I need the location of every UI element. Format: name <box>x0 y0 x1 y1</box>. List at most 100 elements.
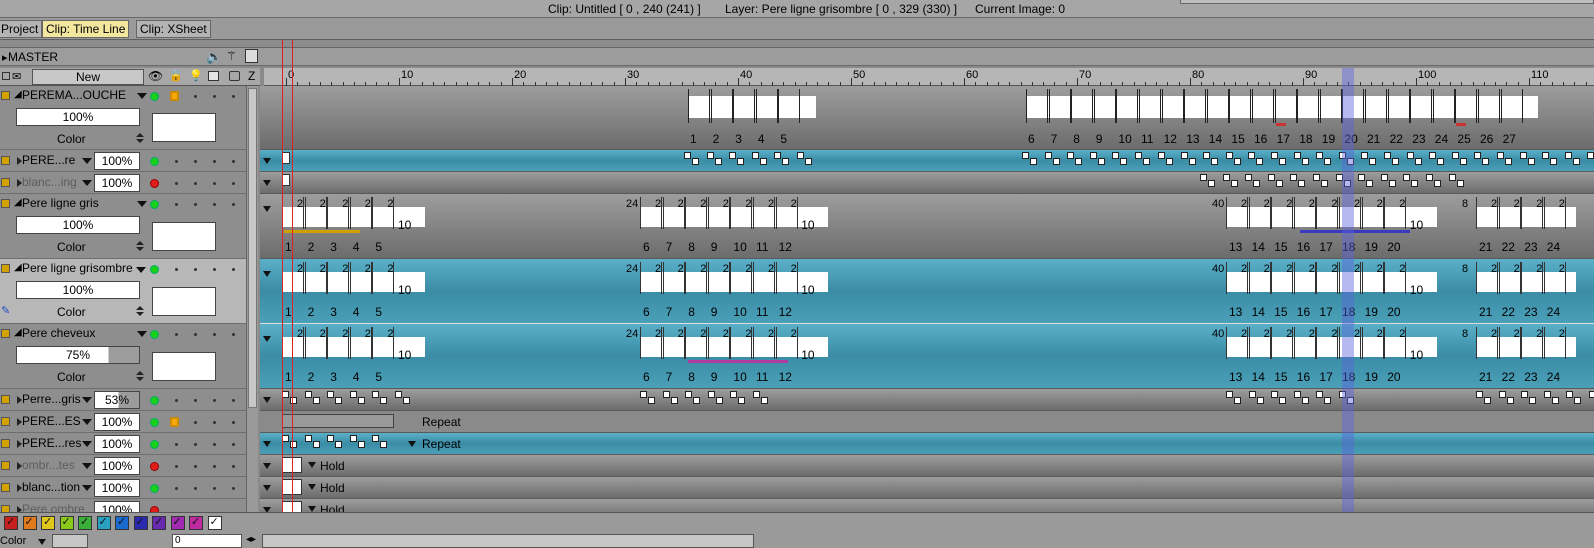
visibility-dot[interactable] <box>150 200 159 209</box>
timeline-tracks[interactable]: 1 2 3 4 5 6 7 8 9 10 11 12 13 14 15 16 17 18 19 20 21 22 23 24 2… <box>260 86 1594 526</box>
keyframe-icon[interactable] <box>714 158 722 165</box>
collapse-icon[interactable]: ◢ <box>14 262 22 273</box>
keyframe-icon[interactable] <box>797 152 804 159</box>
keyframe-icon[interactable] <box>1434 180 1441 187</box>
track-row[interactable] <box>260 389 1594 411</box>
layer-name[interactable]: Perre...gris <box>22 392 81 406</box>
repeat-dropdown-icon[interactable] <box>408 441 416 447</box>
color-stepper-icon[interactable] <box>136 133 144 143</box>
tab-clip-xsheet[interactable]: Clip: XSheet <box>136 20 211 38</box>
layer-menu-icon[interactable] <box>82 158 92 164</box>
track-row[interactable]: 2 1 2 2 2 3 2 4 2 5 10 24 2 6 2 7 2 8 2 9 2 10 2 11 2 12 10 40 2 13 2 1… <box>260 194 1594 259</box>
layer-row[interactable]: ◢ PEREMA...OUCHE 100% Color <box>0 86 246 150</box>
track-row[interactable] <box>260 150 1594 172</box>
layer-row[interactable]: ◢ Pere cheveux 75% Color <box>0 324 246 389</box>
frame-cell[interactable] <box>1410 89 1433 123</box>
visibility-dot[interactable] <box>150 440 159 449</box>
keyframe-icon[interactable] <box>1180 152 1188 159</box>
layer-menu-icon[interactable] <box>137 93 147 99</box>
keyframe-icon[interactable] <box>1406 152 1414 159</box>
color-tag-button[interactable] <box>41 515 55 530</box>
frame-cell[interactable] <box>1319 89 1342 123</box>
keyframe-icon[interactable] <box>335 397 343 404</box>
color-tag-button[interactable] <box>78 515 92 530</box>
keyframe-icon[interactable] <box>1476 391 1483 398</box>
keyframe-icon[interactable] <box>1313 174 1320 181</box>
keyframe-icon[interactable] <box>1222 174 1230 181</box>
keyframe-icon[interactable] <box>1566 391 1574 398</box>
layer-row[interactable]: blanc...tion 100% <box>0 477 246 499</box>
keyframe-icon[interactable] <box>1279 397 1287 404</box>
frame-cell[interactable] <box>1161 89 1184 123</box>
layer-menu-icon[interactable] <box>137 201 147 207</box>
color-tag-button[interactable] <box>133 515 148 530</box>
keyframe-icon[interactable] <box>759 158 767 165</box>
keyframe-icon[interactable] <box>1321 180 1328 187</box>
keyframe-icon[interactable] <box>684 152 691 159</box>
keyframe-icon[interactable] <box>1551 397 1559 404</box>
visibility-dot[interactable] <box>150 265 159 274</box>
keyframe-icon[interactable] <box>1589 391 1594 398</box>
keyframe-icon[interactable] <box>1474 152 1482 159</box>
lock-header-icon[interactable]: 🔒 <box>169 69 183 82</box>
keyframe-icon[interactable] <box>380 397 388 404</box>
frame-cell[interactable] <box>1048 89 1071 123</box>
keyframe-icon[interactable] <box>1135 152 1142 159</box>
keyframe-icon[interactable] <box>1414 158 1422 165</box>
layer-name[interactable]: Pere ligne gris <box>22 196 99 210</box>
track-menu-icon[interactable] <box>263 441 271 447</box>
keyframe-icon[interactable] <box>395 391 402 398</box>
visibility-dot[interactable] <box>150 179 159 188</box>
track-menu-icon[interactable] <box>263 463 271 469</box>
frame-cell[interactable] <box>1026 89 1048 123</box>
key-start[interactable] <box>282 152 290 164</box>
color-stepper-icon[interactable] <box>136 306 144 316</box>
keyframe-icon[interactable] <box>1233 158 1241 165</box>
layer-row[interactable]: PERE...re 100% <box>0 150 246 172</box>
track-row[interactable]: Hold <box>260 477 1594 499</box>
frame-icon[interactable] <box>208 71 219 81</box>
color-stepper-icon[interactable] <box>136 241 144 251</box>
keyframe-icon[interactable] <box>1293 391 1301 398</box>
keyframe-icon[interactable] <box>357 441 365 448</box>
color-tag-button[interactable] <box>115 515 129 530</box>
playhead-line[interactable] <box>282 40 283 530</box>
track-row[interactable]: Hold <box>260 455 1594 477</box>
repeat-block[interactable] <box>282 414 394 428</box>
frame-cell[interactable] <box>1252 89 1274 123</box>
keyframe-icon[interactable] <box>1403 174 1411 181</box>
layer-name[interactable]: PERE...res <box>22 436 81 450</box>
layer-name[interactable]: PERE...ES <box>22 414 81 428</box>
keyframe-icon[interactable] <box>707 391 715 398</box>
keyframe-icon[interactable] <box>1067 152 1075 159</box>
key-start[interactable] <box>282 174 290 186</box>
keyframe-icon[interactable] <box>304 435 312 442</box>
value-stepper-icon[interactable]: ◂▸ <box>246 534 256 545</box>
layer-menu-icon[interactable] <box>137 331 147 337</box>
color-tag-button[interactable] <box>59 515 74 530</box>
keyframe-icon[interactable] <box>1498 391 1506 398</box>
keyframe-icon[interactable] <box>1564 152 1572 159</box>
layer-name[interactable]: Pere ligne grisombre <box>22 261 133 275</box>
opacity-field[interactable]: 75% <box>16 346 140 364</box>
tab-project[interactable]: Project <box>0 20 43 38</box>
color-tag-button[interactable] <box>152 515 166 530</box>
keyframe-icon[interactable] <box>1052 158 1060 165</box>
layer-row[interactable]: PERE...res 100% <box>0 433 246 455</box>
visibility-dot[interactable] <box>150 484 159 493</box>
layer-name[interactable]: Pere cheveux <box>22 326 95 340</box>
keyframe-icon[interactable] <box>648 397 655 404</box>
keyframe-icon[interactable] <box>1529 397 1537 404</box>
track-menu-icon[interactable] <box>263 485 271 491</box>
keyframe-icon[interactable] <box>738 397 746 404</box>
timeline-hscrollbar[interactable] <box>262 534 754 548</box>
keyframe-icon[interactable] <box>327 435 335 442</box>
keyframe-icon[interactable] <box>1459 158 1467 165</box>
frame-cell[interactable] <box>688 89 710 123</box>
frame-cell[interactable] <box>1139 89 1161 123</box>
keyframe-icon[interactable] <box>1448 174 1456 181</box>
value-field[interactable]: 0 <box>172 534 242 548</box>
opacity-field[interactable]: 100% <box>94 174 140 192</box>
opacity-field[interactable]: 100% <box>16 108 140 126</box>
keyframe-icon[interactable] <box>1482 158 1490 165</box>
